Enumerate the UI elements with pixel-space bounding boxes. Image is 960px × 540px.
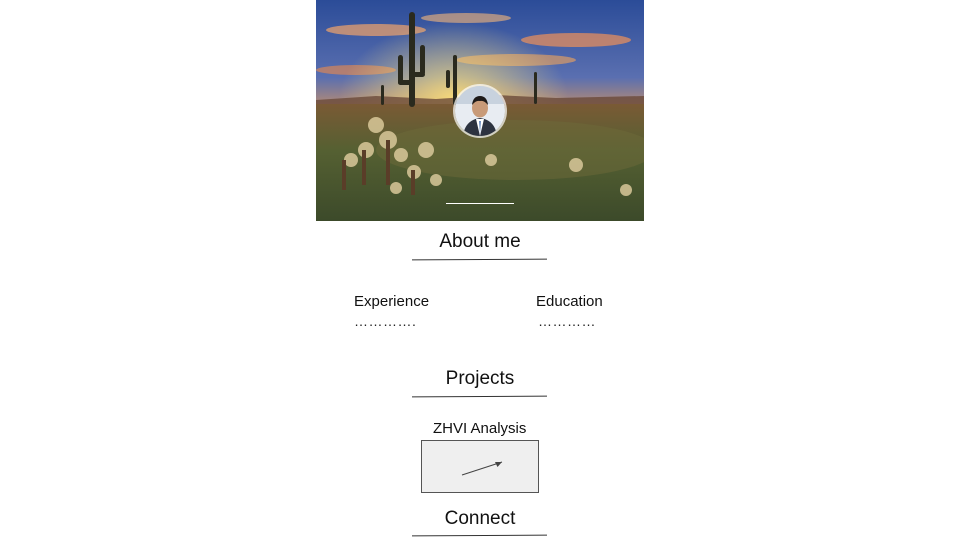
arrow-icon (461, 461, 503, 476)
connect-section-title: Connect (444, 508, 516, 529)
hero-divider (446, 203, 514, 204)
experience-label[interactable]: Experience (354, 293, 429, 310)
project-title[interactable]: ZHVI Analysis (433, 420, 526, 437)
about-section-title: About me (439, 231, 521, 252)
projects-section-title: Projects (445, 368, 515, 389)
project-thumbnail[interactable] (421, 440, 539, 493)
connect-divider (411, 534, 548, 537)
education-label[interactable]: Education (536, 293, 603, 310)
projects-divider (411, 395, 548, 398)
profile-avatar (455, 86, 505, 136)
about-divider (411, 258, 548, 261)
education-placeholder: ………… (538, 313, 596, 329)
experience-placeholder: …………. (354, 313, 417, 329)
